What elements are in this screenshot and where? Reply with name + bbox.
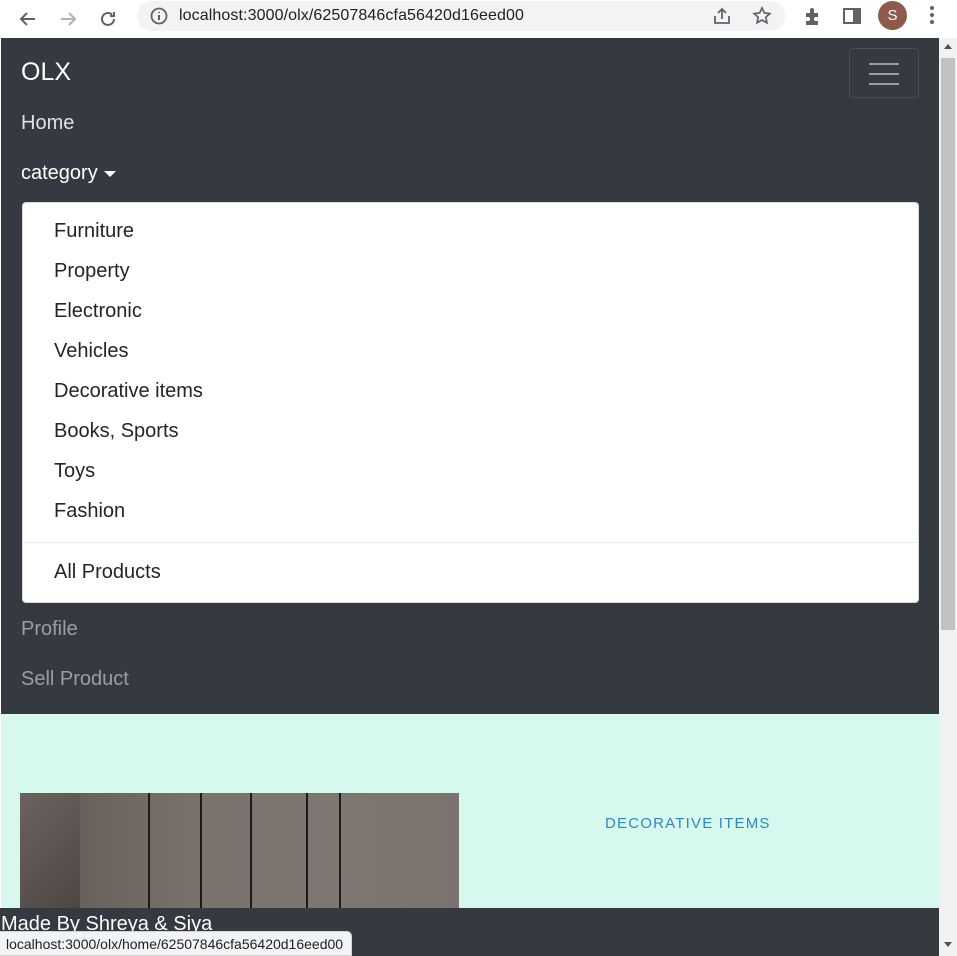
info-icon[interactable] — [149, 6, 169, 26]
profile-avatar[interactable]: S — [878, 1, 907, 30]
dropdown-item-toys[interactable]: Toys — [54, 460, 95, 483]
dropdown-item-all-products[interactable]: All Products — [54, 561, 161, 584]
forward-button[interactable] — [52, 3, 84, 35]
scrollbar-thumb[interactable] — [941, 58, 955, 630]
brand-logo[interactable]: OLX — [21, 58, 71, 87]
star-icon[interactable] — [751, 5, 773, 27]
nav-sell-product-link[interactable]: Sell Product — [21, 668, 129, 691]
page-viewport: OLX Home category Furniture Property Ele… — [0, 38, 939, 956]
product-image[interactable] — [20, 793, 459, 923]
nav-profile-link[interactable]: Profile — [21, 618, 78, 641]
reload-icon — [101, 11, 115, 26]
arrow-left-icon — [19, 12, 35, 26]
status-url-bubble: localhost:3000/olx/home/62507846cfa56420… — [0, 931, 353, 956]
dropdown-item-furniture[interactable]: Furniture — [54, 220, 134, 243]
address-bar[interactable]: localhost:3000/olx/62507846cfa56420d16ee… — [137, 1, 785, 31]
dropdown-item-books-sports[interactable]: Books, Sports — [54, 420, 179, 443]
caret-down-icon — [103, 170, 116, 177]
scroll-down-arrow-icon[interactable] — [944, 942, 952, 947]
nav-category-dropdown[interactable]: category — [21, 162, 116, 185]
hamburger-icon — [869, 63, 899, 85]
nav-home-link[interactable]: Home — [21, 112, 74, 135]
navbar-toggler-button[interactable] — [849, 48, 919, 98]
more-menu-icon[interactable] — [922, 4, 942, 26]
dropdown-item-property[interactable]: Property — [54, 260, 130, 283]
dropdown-item-decorative[interactable]: Decorative items — [54, 380, 203, 403]
scroll-up-arrow-icon[interactable] — [944, 44, 952, 49]
reload-button[interactable] — [92, 3, 124, 35]
dropdown-item-electronic[interactable]: Electronic — [54, 300, 142, 323]
back-button[interactable] — [12, 3, 44, 35]
category-dropdown-menu: Furniture Property Electronic Vehicles D… — [22, 202, 919, 603]
vertical-scrollbar[interactable] — [939, 38, 957, 956]
url-text[interactable]: localhost:3000/olx/62507846cfa56420d16ee… — [179, 7, 524, 25]
category-label: category — [21, 162, 98, 184]
share-icon[interactable] — [711, 5, 733, 27]
side-panel-icon[interactable] — [839, 3, 865, 29]
product-section: DECORATIVE ITEMS — [1, 714, 939, 923]
dropdown-item-fashion[interactable]: Fashion — [54, 500, 125, 523]
arrow-right-icon — [61, 12, 77, 26]
product-category-link[interactable]: DECORATIVE ITEMS — [605, 815, 771, 832]
navbar: OLX Home category Furniture Property Ele… — [1, 38, 939, 714]
dropdown-divider — [23, 542, 918, 543]
dropdown-item-vehicles[interactable]: Vehicles — [54, 340, 129, 363]
browser-toolbar: localhost:3000/olx/62507846cfa56420d16ee… — [0, 0, 957, 38]
extensions-icon[interactable] — [800, 3, 826, 29]
